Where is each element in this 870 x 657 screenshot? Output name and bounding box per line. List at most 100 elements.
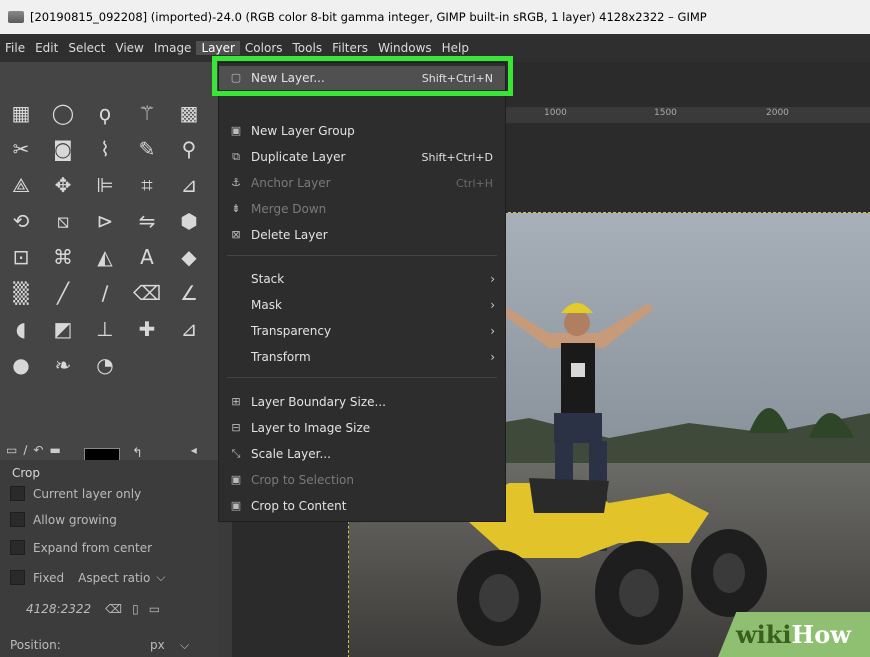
dock-menu-icon[interactable]: ◂ [191,443,197,457]
duplicate-layer-shortcut: Shift+Ctrl+D [421,150,493,164]
scale-icon: ⤡ [231,447,241,460]
menu-layer[interactable]: Layer [196,41,240,55]
menu-view[interactable]: View [110,41,148,55]
delete-icon: ⊠ [231,228,241,241]
zoom-icon[interactable]: ⚲ [174,134,204,164]
merge-down-icon: ⇟ [231,202,241,215]
paths-icon[interactable]: ⌇ [90,134,120,164]
aspect-ratio-select[interactable]: Aspect ratio [78,571,150,585]
ratio-input[interactable]: 4128:2322 [26,602,91,616]
menu-item-transform[interactable]: Transform › [219,345,505,369]
pencil-icon[interactable]: ╱ [48,278,78,308]
paintbrush-icon[interactable]: ∕ [90,278,120,308]
chevron-down-icon[interactable]: ⌵ [156,570,165,585]
images-tab-icon[interactable]: ▬ [49,443,60,457]
scissors-icon[interactable]: ✂ [6,134,36,164]
pattern-icon[interactable]: ▒ [6,278,36,308]
blur-icon[interactable]: ● [6,350,36,380]
lasso-icon[interactable]: ϙ [90,98,120,128]
allow-growing-option[interactable]: Allow growing [10,512,117,527]
allow-growing-checkbox[interactable] [10,512,25,527]
rect-select-icon[interactable]: ▦ [6,98,36,128]
undo-history-tab-icon[interactable]: ↶ [33,443,43,457]
menu-item-mask[interactable]: Mask › [219,293,505,317]
warp-transform-icon[interactable]: ⌘ [48,242,78,272]
clone-icon[interactable]: ⊥ [90,314,120,344]
crop-content-icon: ▣ [230,499,242,512]
align-icon[interactable]: ⊫ [90,170,120,200]
menu-file[interactable]: File [0,41,30,55]
perspective-clone-icon[interactable]: ⊿ [174,314,204,344]
color-picker-icon[interactable]: ✎ [132,134,162,164]
menu-item-new-layer-group[interactable]: ▣ New Layer Group [219,119,505,143]
menu-item-crop-to-selection[interactable]: ▣ Crop to Selection [219,468,505,492]
gradient-icon[interactable]: ◆ [174,242,204,272]
heal-icon[interactable]: ✚ [132,314,162,344]
text-icon[interactable]: A [132,242,162,272]
menu-colors[interactable]: Colors [240,41,288,55]
menu-image[interactable]: Image [149,41,197,55]
clear-icon[interactable]: ⌫ [105,602,122,616]
menu-item-transparency[interactable]: Transparency › [219,319,505,343]
watermark-wiki: wiki [736,620,792,649]
chevron-down-icon[interactable]: ⌵ [180,638,189,653]
current-layer-only-option[interactable]: Current layer only [10,486,141,501]
menu-select[interactable]: Select [63,41,110,55]
flip-icon[interactable]: ⇋ [132,206,162,236]
menu-item-anchor-layer[interactable]: ⚓ Anchor Layer Ctrl+H [219,171,505,195]
move-icon[interactable]: ✥ [48,170,78,200]
transform-label: Transform [251,350,311,364]
fixed-checkbox[interactable] [10,570,25,585]
ratio-row: 4128:2322 ⌫ ▯ ▭ [26,596,206,622]
expand-from-center-label: Expand from center [33,540,153,555]
menu-help[interactable]: Help [437,41,474,55]
menu-item-delete-layer[interactable]: ⊠ Delete Layer [219,223,505,247]
tool-options-tab-icon[interactable]: ▭ [6,443,17,457]
menu-item-layer-boundary-size[interactable]: ⊞ Layer Boundary Size... [219,390,505,414]
landscape-icon[interactable]: ▭ [149,602,160,616]
perspective-icon[interactable]: ⊳ [90,206,120,236]
ink-icon[interactable]: ◖ [6,314,36,344]
bucket-fill-icon[interactable]: ◭ [90,242,120,272]
measure-icon[interactable]: ⟁ [6,170,36,200]
mypaint-brush-icon[interactable]: ◩ [48,314,78,344]
expand-from-center-option[interactable]: Expand from center [10,540,152,555]
crop-icon[interactable]: ⌗ [132,170,162,200]
foreground-select-icon[interactable]: ◙ [48,134,78,164]
color-select-icon[interactable]: ▩ [174,98,204,128]
unified-transform-icon[interactable]: ⊿ [174,170,204,200]
menu-item-crop-to-content[interactable]: ▣ Crop to Content [219,494,505,518]
menu-item-stack[interactable]: Stack › [219,267,505,291]
dodge-burn-icon[interactable]: ◔ [90,350,120,380]
expand-from-center-checkbox[interactable] [10,540,25,555]
cage-transform-icon[interactable]: ⊡ [6,242,36,272]
watermark-how: How [791,620,851,649]
gimp-app-icon [8,11,24,23]
wikihow-watermark: wiki How [718,612,870,657]
menu-item-merge-down[interactable]: ⇟ Merge Down [219,197,505,221]
anchor-layer-label: Anchor Layer [251,176,331,190]
menu-tools[interactable]: Tools [288,41,328,55]
device-status-tab-icon[interactable]: ∕ [23,443,27,457]
fixed-option[interactable]: Fixed Aspect ratio ⌵ [10,570,165,585]
rotate-icon[interactable]: ⟲ [6,206,36,236]
menu-item-layer-to-image-size[interactable]: ⊟ Layer to Image Size [219,416,505,440]
shear-icon[interactable]: ⧅ [48,206,78,236]
menu-item-duplicate-layer[interactable]: ⧉ Duplicate Layer Shift+Ctrl+D [219,145,505,169]
eraser-icon[interactable]: ⌫ [132,278,162,308]
menu-item-scale-layer[interactable]: ⤡ Scale Layer... [219,442,505,466]
current-layer-only-checkbox[interactable] [10,486,25,501]
boundary-size-icon: ⊞ [231,395,241,408]
menu-edit[interactable]: Edit [30,41,63,55]
menu-windows[interactable]: Windows [373,41,437,55]
anchor-layer-shortcut: Ctrl+H [455,176,493,190]
position-unit-select[interactable]: px [150,638,165,652]
3d-transform-icon[interactable]: ⬢ [174,206,204,236]
ellipse-select-icon[interactable]: ◯ [48,98,78,128]
fuzzy-select-icon[interactable]: ⚚ [132,98,162,128]
tool-options-title: Crop [12,466,41,480]
menu-filters[interactable]: Filters [327,41,373,55]
smudge-icon[interactable]: ❧ [48,350,78,380]
portrait-icon[interactable]: ▯ [132,602,139,616]
airbrush-icon[interactable]: ∠ [174,278,204,308]
